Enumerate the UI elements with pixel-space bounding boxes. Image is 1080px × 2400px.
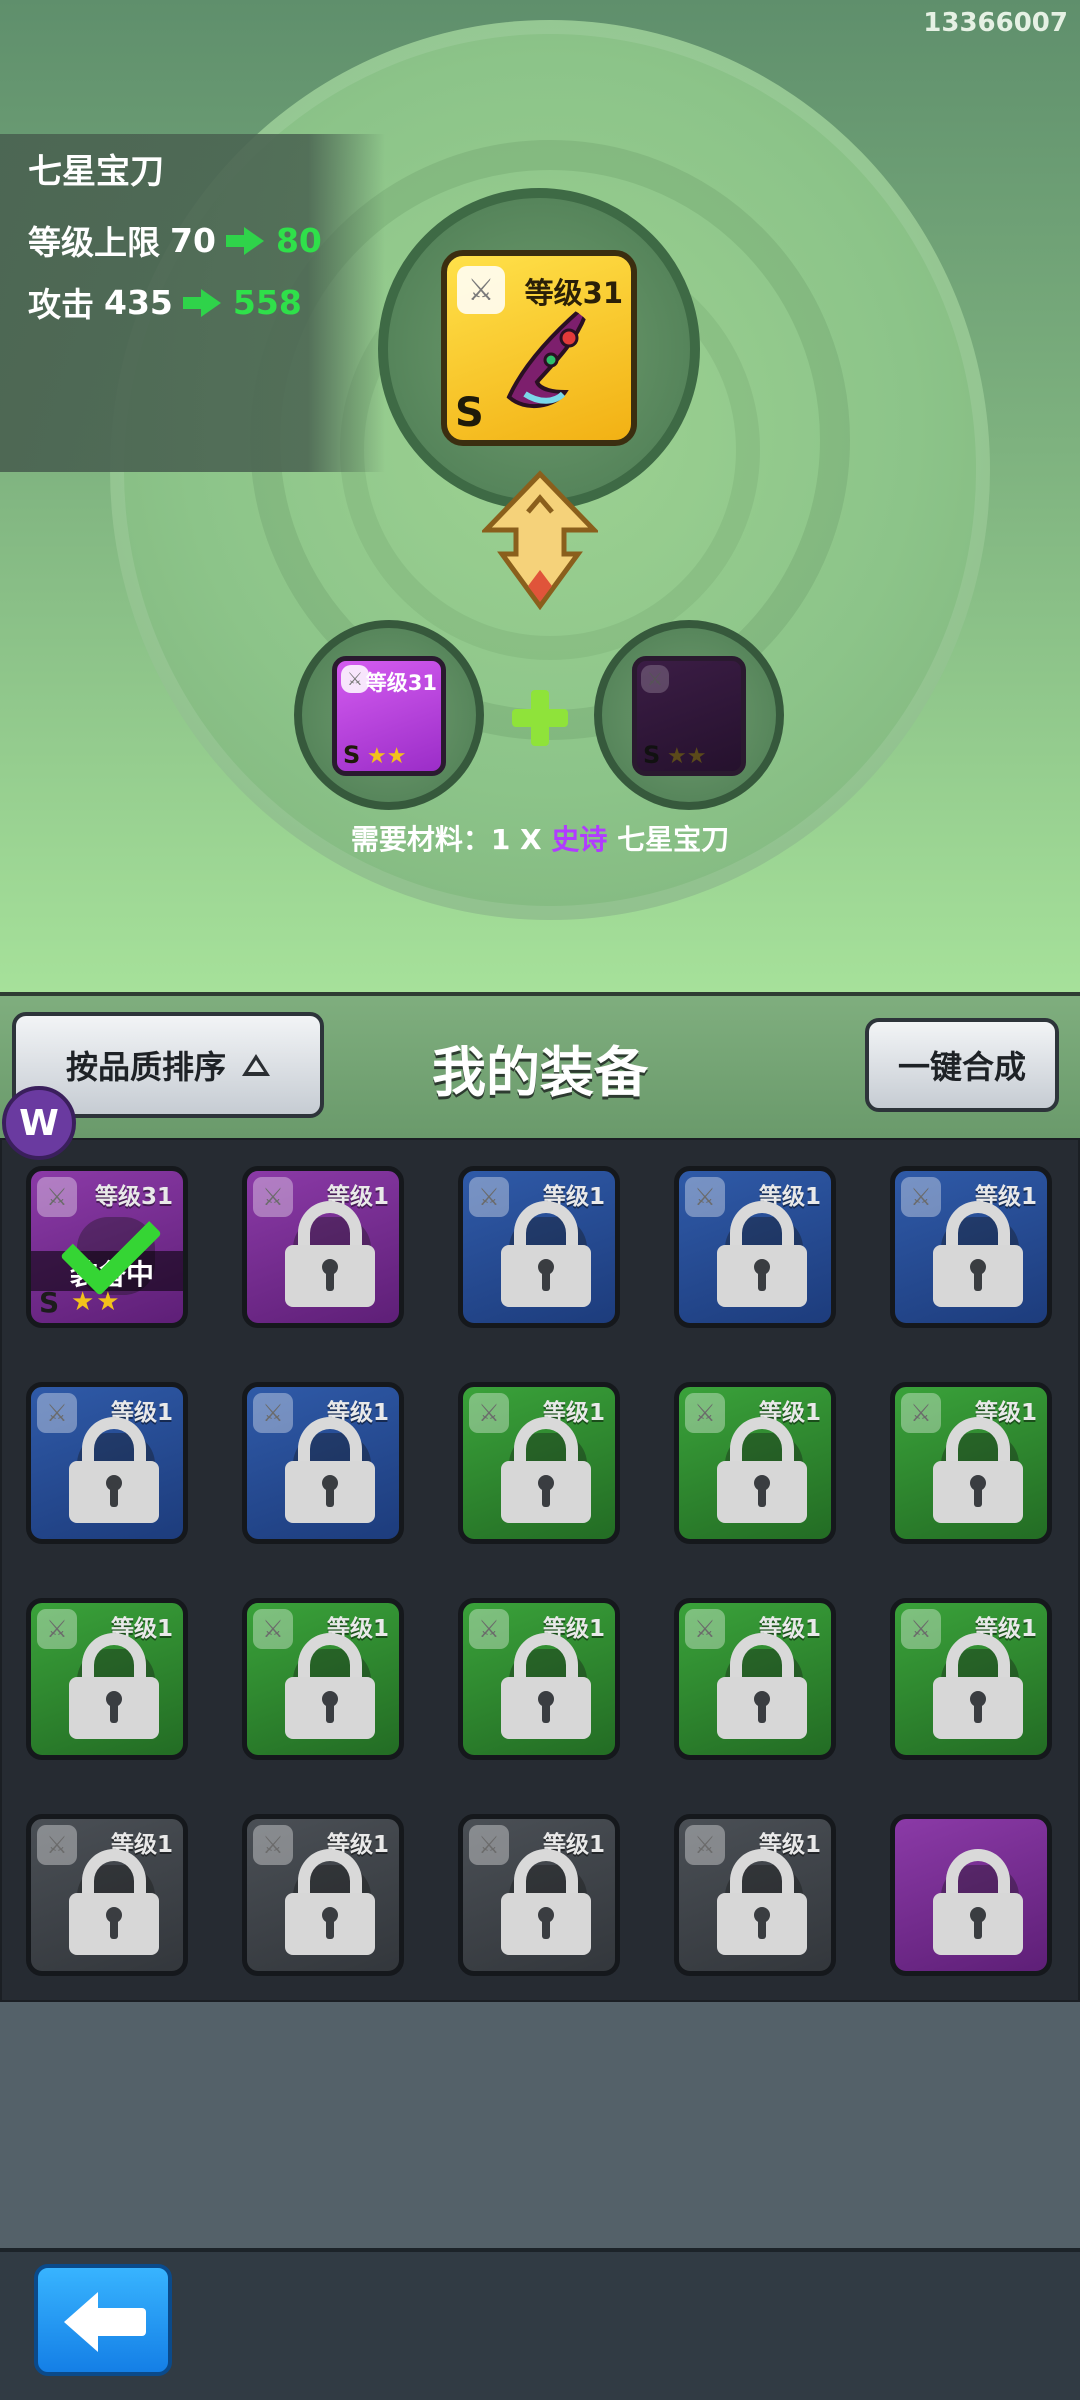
lock-icon [69,1417,159,1523]
upgrade-arrow-icon [482,470,598,610]
equipment-slot[interactable]: ⚔ 等级1 [674,1598,836,1760]
item-name: 七星宝刀 [28,152,164,192]
equipment-slot[interactable]: ⚔ 等级1 [890,1598,1052,1760]
arrow-right-icon [225,227,266,255]
sword-icon: ⚔ [37,1177,77,1217]
material-card-1[interactable]: ⚔ 等级31 S ★★ [332,656,446,776]
result-item-card[interactable]: ⚔ 等级31 S [441,250,637,446]
equipment-slot[interactable]: ⚔ 等级1 [242,1598,404,1760]
lock-icon [501,1633,591,1739]
level-cap-row: 等级上限 70 80 [28,216,322,264]
lock-icon [717,1633,807,1739]
equipment-slot[interactable] [890,1814,1052,1976]
material-card-2-empty[interactable]: ⚔ S ★★ [632,656,746,776]
w-logo-letter: W [19,1102,59,1144]
back-button[interactable] [34,2264,172,2376]
lock-icon [501,1201,591,1307]
equipment-slot[interactable]: ⚔ 等级1 [26,1382,188,1544]
blade-icon [506,307,588,409]
back-arrow-icon [64,2292,150,2352]
user-id: 13366007 [923,8,1068,38]
stars-icon: ★★ [667,744,707,769]
level-cap-label: 等级上限 [28,223,160,262]
arrow-right-icon [182,289,223,317]
equipment-slot[interactable]: ⚔ 等级1 [26,1598,188,1760]
required-prefix: 需要材料：1 X [350,823,542,856]
material-grade: S [643,741,661,769]
lock-icon [717,1849,807,1955]
lock-icon [285,1201,375,1307]
empty-area [0,2002,1080,2248]
lock-icon [933,1201,1023,1307]
equipment-slot[interactable]: ⚔ 等级1 [242,1382,404,1544]
lock-icon [933,1417,1023,1523]
equipment-slot[interactable]: ⚔ 等级1 [458,1382,620,1544]
material-level: 等级31 [365,671,437,695]
lock-icon [285,1849,375,1955]
w-logo-icon[interactable]: W [2,1086,76,1160]
equipment-slot[interactable]: ⚔ 等级31 S ★★ 装备中 [26,1166,188,1328]
lock-icon [501,1849,591,1955]
equipment-slot[interactable]: ⚔ 等级1 [458,1598,620,1760]
stars-icon: ★★ [367,744,407,769]
lock-icon [285,1417,375,1523]
level-cap-current: 70 [170,220,216,260]
attack-next: 558 [232,282,302,322]
merge-button-label: 一键合成 [897,1048,1026,1086]
lock-icon [285,1633,375,1739]
equipment-slot[interactable]: ⚔ 等级1 [458,1166,620,1328]
equipment-slot[interactable]: ⚔ 等级1 [674,1166,836,1328]
one-click-merge-button[interactable]: 一键合成 [865,1018,1059,1112]
equipment-slot[interactable]: ⚔ 等级1 [674,1382,836,1544]
lock-icon [501,1417,591,1523]
attack-row: 攻击 435 558 [28,278,302,326]
equipment-slot[interactable]: ⚔ 等级1 [890,1166,1052,1328]
lock-icon [933,1633,1023,1739]
grade-badge: S [455,390,484,436]
lock-icon [69,1849,159,1955]
lock-icon [717,1201,807,1307]
attack-current: 435 [104,282,173,322]
equipment-slot[interactable]: ⚔ 等级1 [242,1814,404,1976]
sword-icon: ⚔ [457,266,505,314]
lock-icon [933,1849,1023,1955]
lock-icon [69,1633,159,1739]
equipment-slot[interactable]: ⚔ 等级1 [458,1814,620,1976]
equipment-slot[interactable]: ⚔ 等级1 [242,1166,404,1328]
sword-icon: ⚔ [641,665,669,693]
lock-icon [717,1417,807,1523]
equipment-slot[interactable]: ⚔ 等级1 [890,1382,1052,1544]
required-materials: 需要材料：1 X 史诗 七星宝刀 [0,818,1080,858]
attack-label: 攻击 [28,285,94,324]
equipment-slot[interactable]: ⚔ 等级1 [674,1814,836,1976]
required-name: 七星宝刀 [617,823,730,856]
required-quality: 史诗 [551,823,608,856]
level-cap-next: 80 [275,220,322,260]
material-grade: S [343,741,361,769]
equipment-slot[interactable]: ⚔ 等级1 [26,1814,188,1976]
plus-icon [512,690,568,746]
